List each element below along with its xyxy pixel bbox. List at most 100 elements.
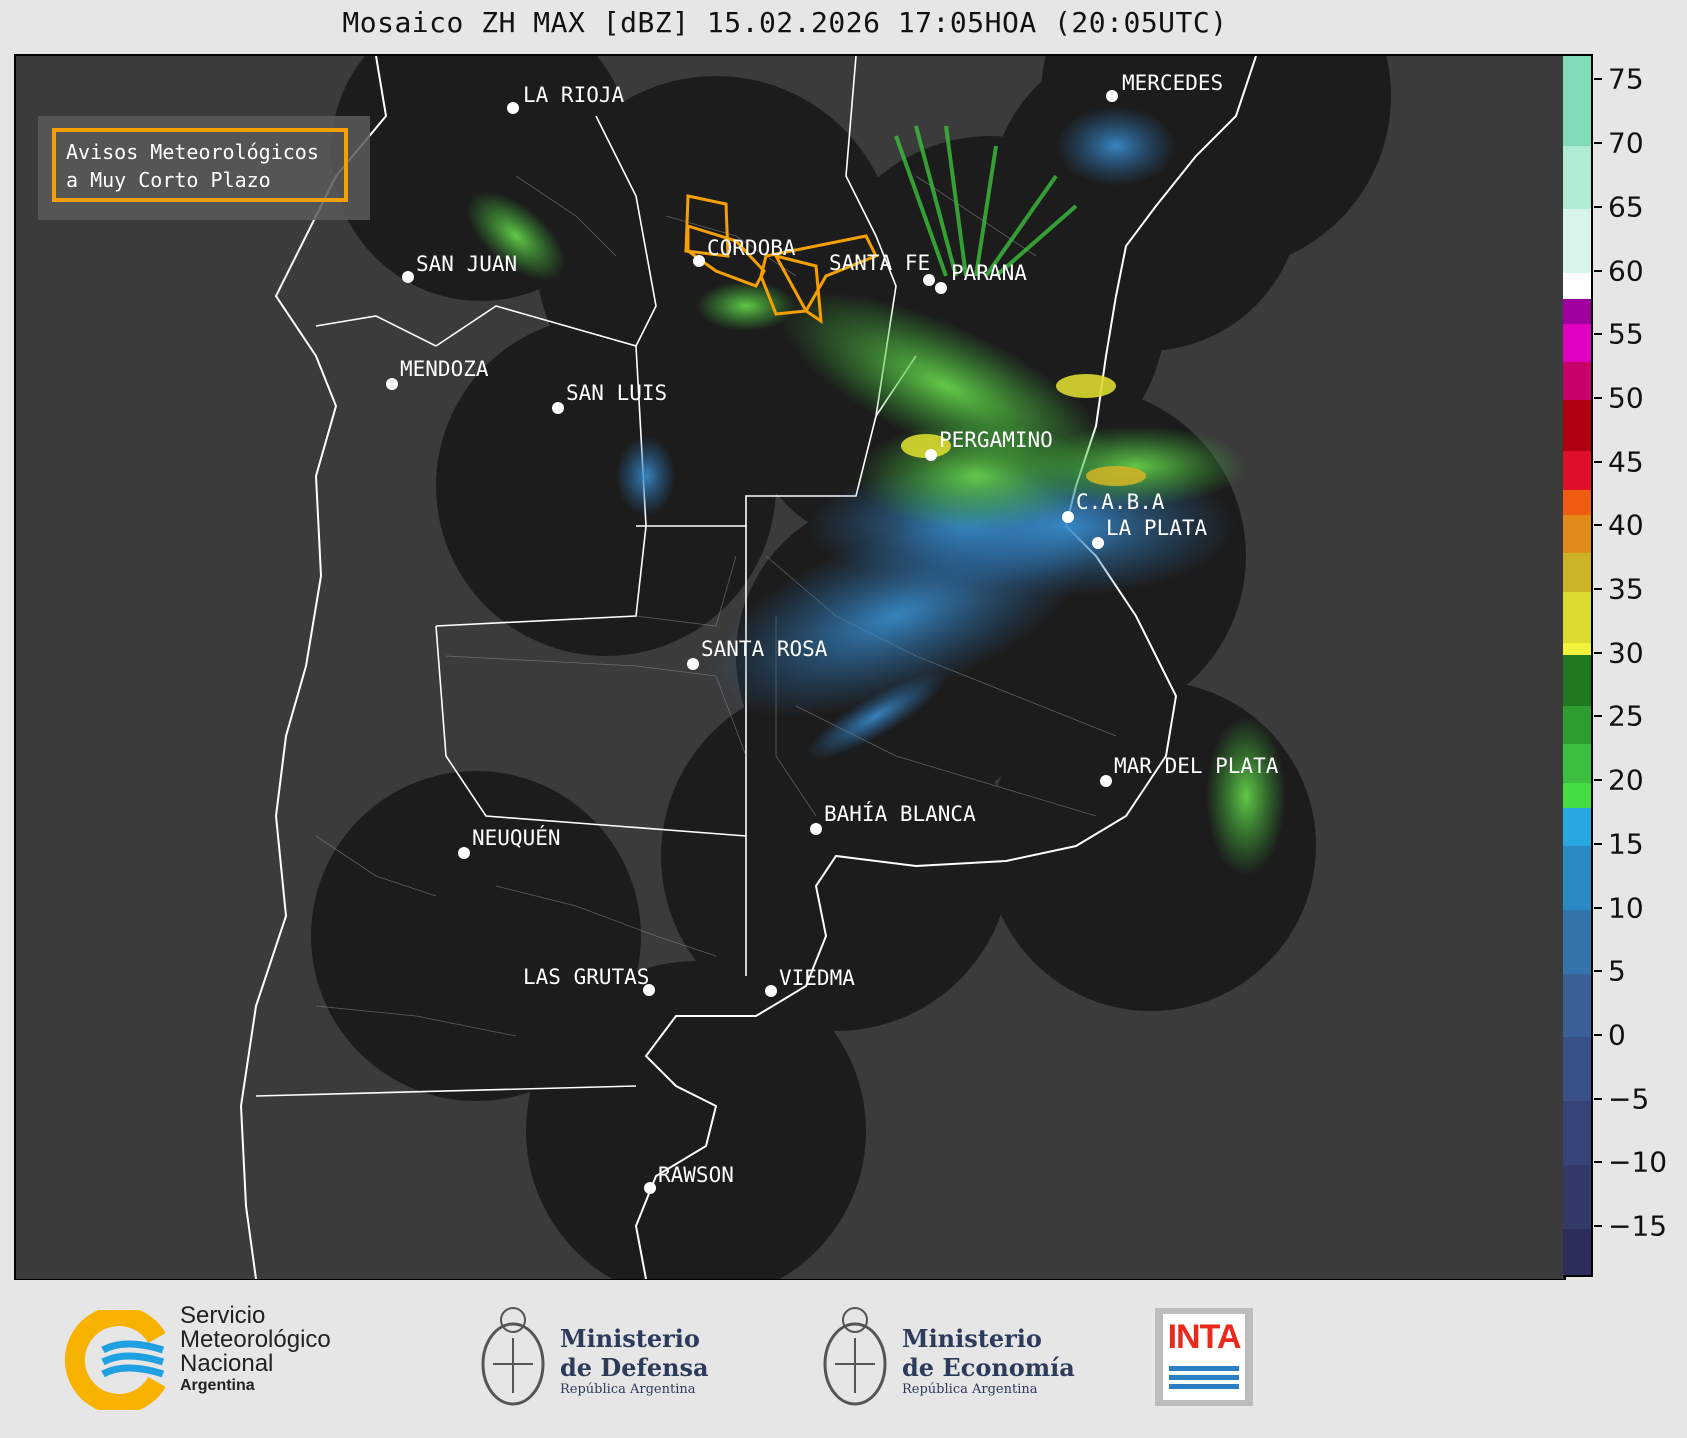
- colorbar-tick: [1594, 1225, 1602, 1228]
- colorbar-tick-label: 45: [1608, 445, 1644, 479]
- economia-line1: Ministerio: [902, 1324, 1042, 1353]
- inta-logo: INTA: [1155, 1308, 1253, 1406]
- city-marker: [552, 402, 564, 414]
- warning-legend-frame: Avisos Meteorológicos a Muy Corto Plazo: [52, 128, 348, 202]
- colorbar-tick-label: 10: [1608, 891, 1644, 925]
- city-label: BAHÍA BLANCA: [824, 801, 976, 826]
- colorbar-band: [1563, 642, 1591, 656]
- city-label: SAN JUAN: [416, 252, 517, 276]
- city-label: LAS GRUTAS: [523, 965, 649, 989]
- colorbar-tick-label: 15: [1608, 827, 1644, 861]
- colorbar-band: [1563, 145, 1591, 210]
- city-marker: [1106, 90, 1118, 102]
- footer-logos: Servicio Meteorológico Nacional Argentin…: [0, 1280, 1687, 1438]
- colorbar-tick: [1594, 779, 1602, 782]
- warning-legend-line1: Avisos Meteorológicos: [66, 140, 319, 164]
- colorbar-band: [1563, 1164, 1591, 1229]
- city-label: MAR DEL PLATA: [1114, 754, 1279, 778]
- city-label: NEUQUÉN: [472, 825, 561, 850]
- map-title: Mosaico ZH MAX [dBZ] 15.02.2026 17:05HOA…: [342, 6, 1228, 39]
- city-marker: [386, 378, 398, 390]
- city-label: SANTA ROSA: [701, 637, 828, 661]
- city-label: C.A.B.A: [1076, 490, 1165, 514]
- warning-legend-line2: a Muy Corto Plazo: [66, 168, 271, 192]
- colorbar-tick-label: −10: [1608, 1145, 1668, 1179]
- radar-map: LA RIOJA MERCEDES SAN JUAN CORDOBA SANTA FE P…: [14, 54, 1566, 1281]
- colorbar-band: [1563, 591, 1591, 643]
- colorbar-tick: [1594, 460, 1602, 463]
- economia-seal-icon: [823, 1307, 887, 1406]
- colorbar-tick: [1594, 333, 1602, 336]
- colorbar-band: [1563, 782, 1591, 809]
- colorbar-band: [1563, 909, 1591, 974]
- city-label: LA RIOJA: [523, 83, 625, 107]
- colorbar-band: [1563, 1100, 1591, 1165]
- colorbar-tick-label: 50: [1608, 381, 1644, 415]
- colorbar-band: [1563, 361, 1591, 401]
- defensa-line2: de Defensa: [560, 1353, 709, 1382]
- colorbar-tick-label: 40: [1608, 508, 1644, 542]
- colorbar-tick-label: 75: [1608, 62, 1644, 96]
- colorbar-tick: [1594, 78, 1602, 81]
- city-label: VIEDMA: [779, 966, 855, 990]
- city-marker: [1062, 511, 1074, 523]
- colorbar-band: [1563, 514, 1591, 554]
- colorbar-band: [1563, 654, 1591, 707]
- colorbar-tick-label: 35: [1608, 572, 1644, 606]
- city-label: MENDOZA: [400, 357, 489, 381]
- smn-name-line1: Servicio: [180, 1302, 266, 1329]
- colorbar-band: [1563, 845, 1591, 911]
- city-label: MERCEDES: [1122, 71, 1223, 95]
- city-label: LA PLATA: [1106, 516, 1208, 540]
- smn-name-line3: Nacional: [180, 1350, 274, 1377]
- city-label: CORDOBA: [707, 236, 796, 260]
- economia-line3: República Argentina: [902, 1382, 1038, 1397]
- colorbar-tick: [1594, 970, 1602, 973]
- colorbar-tick-label: 0: [1608, 1018, 1626, 1052]
- city-label: SAN LUIS: [566, 381, 667, 405]
- colorbar-tick: [1594, 142, 1602, 145]
- colorbar-tick-label: 60: [1608, 254, 1644, 288]
- warning-legend: Avisos Meteorológicos a Muy Corto Plazo: [38, 116, 370, 220]
- colorbar-band: [1563, 705, 1591, 745]
- inta-logo-text: INTA: [1167, 1318, 1242, 1356]
- colorbar-band: [1563, 298, 1591, 325]
- colorbar-tick: [1594, 1097, 1602, 1100]
- colorbar-tick: [1594, 269, 1602, 272]
- colorbar-band: [1563, 489, 1591, 516]
- smn-logo-icon: [65, 1310, 166, 1410]
- colorbar-tick-label: 20: [1608, 763, 1644, 797]
- colorbar-band: [1563, 450, 1591, 490]
- city-marker: [925, 449, 937, 461]
- city-marker: [935, 282, 947, 294]
- colorbar-band: [1563, 1228, 1591, 1275]
- colorbar-tick: [1594, 842, 1602, 845]
- colorbar-tick: [1594, 715, 1602, 718]
- colorbar-band: [1563, 552, 1591, 592]
- colorbar-tick: [1594, 1033, 1602, 1036]
- city-marker: [810, 823, 822, 835]
- colorbar-tick-label: 30: [1608, 636, 1644, 670]
- city-marker: [507, 102, 519, 114]
- colorbar-band: [1563, 399, 1591, 452]
- economia-line2: de Economía: [902, 1353, 1075, 1382]
- defensa-seal-icon: [481, 1307, 545, 1406]
- colorbar-tick-label: 65: [1608, 190, 1644, 224]
- colorbar-band: [1563, 807, 1591, 847]
- city-marker: [402, 271, 414, 283]
- colorbar-tick-label: 70: [1608, 126, 1644, 160]
- city-label: PARANA: [951, 261, 1027, 285]
- city-marker: [687, 658, 699, 670]
- colorbar-band: [1563, 1036, 1591, 1102]
- colorbar: [1563, 54, 1593, 1277]
- colorbar-tick-label: 25: [1608, 699, 1644, 733]
- colorbar-tick: [1594, 205, 1602, 208]
- colorbar-band: [1563, 272, 1591, 299]
- city-marker: [644, 1182, 656, 1194]
- defensa-line3: República Argentina: [560, 1382, 696, 1397]
- colorbar-tick-label: 55: [1608, 317, 1644, 351]
- colorbar-band: [1563, 208, 1591, 274]
- colorbar-band: [1563, 323, 1591, 363]
- colorbar-tick: [1594, 651, 1602, 654]
- colorbar-tick: [1594, 906, 1602, 909]
